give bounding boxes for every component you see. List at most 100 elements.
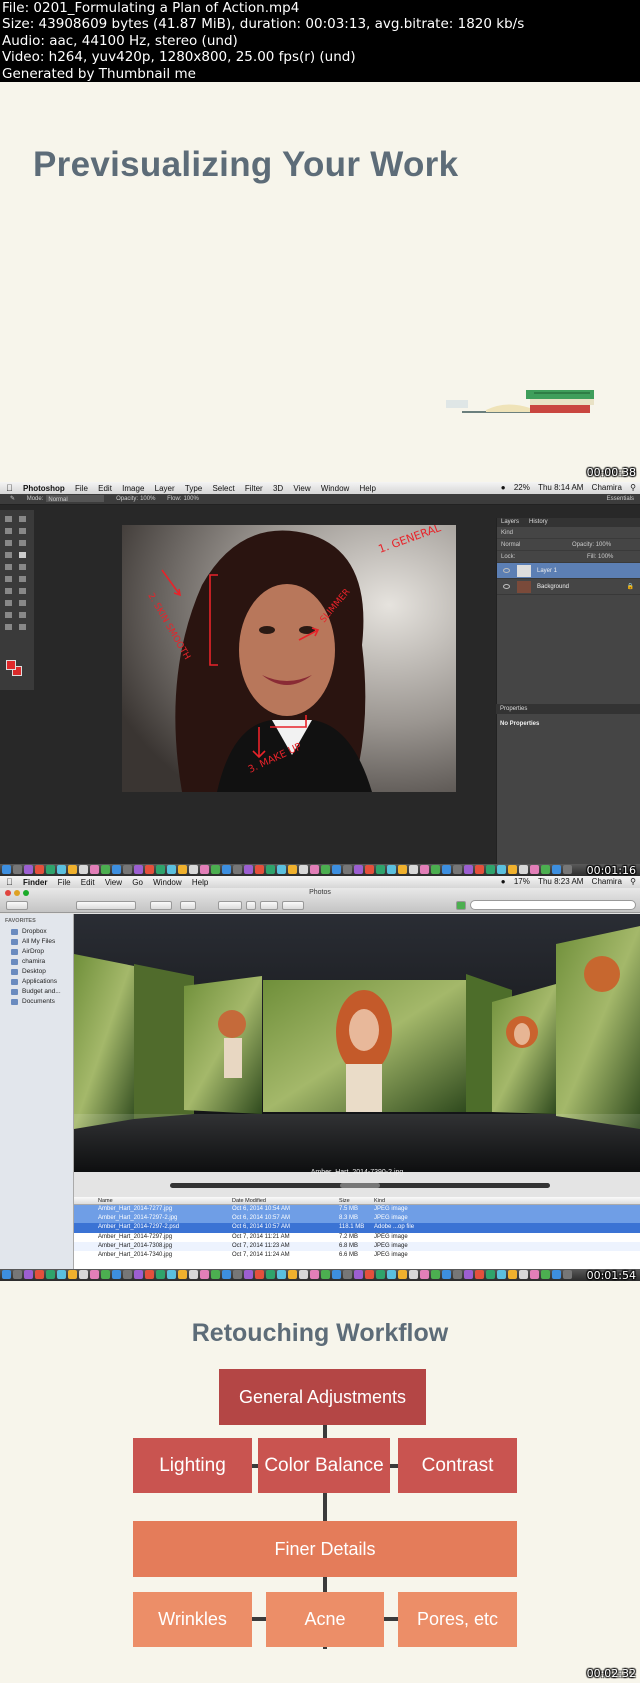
dock-app-icon[interactable] xyxy=(332,1270,341,1279)
dock-app-icon[interactable] xyxy=(255,865,264,874)
gradient-tool-icon[interactable] xyxy=(19,576,26,582)
shape-tool-icon[interactable] xyxy=(19,612,26,618)
dock-app-icon[interactable] xyxy=(310,1270,319,1279)
dock-app-icon[interactable] xyxy=(178,865,187,874)
dock-app-icon[interactable] xyxy=(255,1270,264,1279)
hand-tool-icon[interactable] xyxy=(5,624,12,630)
table-row[interactable]: Amber_Hart_2014-7340.jpg Oct 7, 2014 11:… xyxy=(74,1251,640,1260)
dock-app-icon[interactable] xyxy=(266,865,275,874)
path-select-icon[interactable] xyxy=(5,612,12,618)
mode-select[interactable]: Normal xyxy=(46,494,105,503)
table-row[interactable]: Amber_Hart_2014-7297-2.psd Oct 6, 2014 1… xyxy=(74,1223,640,1233)
foreground-color-swatch[interactable] xyxy=(6,660,16,670)
dock-app-icon[interactable] xyxy=(112,865,121,874)
sidebar-item-home[interactable]: chamira xyxy=(0,957,73,967)
dock-app-icon[interactable] xyxy=(167,865,176,874)
dock-app-icon[interactable] xyxy=(277,1270,286,1279)
dock-app-icon[interactable] xyxy=(90,865,99,874)
marquee-tool-icon[interactable] xyxy=(19,516,26,522)
dock-app-icon[interactable] xyxy=(156,1270,165,1279)
dodge-tool-icon[interactable] xyxy=(19,588,26,594)
photo-canvas[interactable]: 1. GENERAL 2. SKIN SMOOTH 3. MAKE UP SLI… xyxy=(122,525,456,792)
spotlight-icon[interactable]: ⚲ xyxy=(630,876,636,888)
cover-flow-scrollbar[interactable] xyxy=(170,1183,550,1188)
sidebar-item-documents[interactable]: Documents xyxy=(0,997,73,1007)
dock-app-icon[interactable] xyxy=(24,1270,33,1279)
sidebar-item-dropbox[interactable]: Dropbox xyxy=(0,927,73,937)
dock-app-icon[interactable] xyxy=(112,1270,121,1279)
dock-app-icon[interactable] xyxy=(13,865,22,874)
dock-app-icon[interactable] xyxy=(145,1270,154,1279)
dock-app-icon[interactable] xyxy=(376,1270,385,1279)
dock-app-icon[interactable] xyxy=(431,1270,440,1279)
dock-app-icon[interactable] xyxy=(156,865,165,874)
dock-app-icon[interactable] xyxy=(134,1270,143,1279)
visibility-eye-icon[interactable] xyxy=(503,568,510,573)
dock-app-icon[interactable] xyxy=(68,1270,77,1279)
dock-app-icon[interactable] xyxy=(79,865,88,874)
dock-app-icon[interactable] xyxy=(101,865,110,874)
lasso-tool-icon[interactable] xyxy=(5,528,12,534)
dock-app-icon[interactable] xyxy=(321,865,330,874)
dock-app-icon[interactable] xyxy=(541,1270,550,1279)
battery-status[interactable]: 22% xyxy=(514,482,530,494)
gear-button[interactable] xyxy=(282,901,304,910)
apple-icon[interactable]:  xyxy=(6,876,13,888)
dock-app-icon[interactable] xyxy=(233,1270,242,1279)
view-mode-buttons[interactable] xyxy=(76,901,136,910)
layer-row[interactable]: Background 🔒 xyxy=(497,579,640,595)
dock-app-icon[interactable] xyxy=(123,1270,132,1279)
zoom-tool-icon[interactable] xyxy=(19,624,26,630)
dock-app-icon[interactable] xyxy=(453,1270,462,1279)
action-button[interactable] xyxy=(218,901,242,910)
brush-tool-icon[interactable] xyxy=(19,552,26,558)
dock-app-icon[interactable] xyxy=(541,865,550,874)
wifi-icon[interactable]: ● xyxy=(501,482,506,494)
pen-tool-icon[interactable] xyxy=(5,600,12,606)
workspace-select[interactable]: Essentials xyxy=(607,494,634,505)
dock-app-icon[interactable] xyxy=(442,865,451,874)
dock-app-icon[interactable] xyxy=(387,1270,396,1279)
dock-app-icon[interactable] xyxy=(189,865,198,874)
dock-app-icon[interactable] xyxy=(189,1270,198,1279)
dock-app-icon[interactable] xyxy=(530,865,539,874)
user-name[interactable]: Chamira xyxy=(592,482,622,494)
quick-look-button[interactable] xyxy=(260,901,278,910)
dock-app-icon[interactable] xyxy=(365,1270,374,1279)
dock-app-icon[interactable] xyxy=(563,1270,572,1279)
dock-app-icon[interactable] xyxy=(200,1270,209,1279)
dock-app-icon[interactable] xyxy=(211,865,220,874)
scroll-thumb[interactable] xyxy=(340,1183,380,1188)
dock-app-icon[interactable] xyxy=(420,1270,429,1279)
dock-app-icon[interactable] xyxy=(299,1270,308,1279)
dock-app-icon[interactable] xyxy=(376,865,385,874)
flow-value[interactable]: 100% xyxy=(183,496,198,502)
dock-app-icon[interactable] xyxy=(398,865,407,874)
dock-app-icon[interactable] xyxy=(178,1270,187,1279)
sidebar-item-desktop[interactable]: Desktop xyxy=(0,967,73,977)
dock-app-icon[interactable] xyxy=(398,1270,407,1279)
visibility-eye-icon[interactable] xyxy=(503,584,510,589)
column-date-modified[interactable]: Date Modified xyxy=(232,1197,266,1205)
layer-row[interactable]: Layer 1 xyxy=(497,563,640,579)
dock-app-icon[interactable] xyxy=(519,1270,528,1279)
eraser-tool-icon[interactable] xyxy=(5,576,12,582)
table-row[interactable]: Amber_Hart_2014-7297-2.jpg Oct 6, 2014 1… xyxy=(74,1214,640,1224)
dock-app-icon[interactable] xyxy=(332,865,341,874)
stamp-tool-icon[interactable] xyxy=(5,564,12,570)
dock-app-icon[interactable] xyxy=(354,1270,363,1279)
dock-app-icon[interactable] xyxy=(244,1270,253,1279)
tab-layers[interactable]: Layers xyxy=(501,519,519,525)
brush-tool-icon[interactable]: ✎ xyxy=(10,496,15,502)
dock-app-icon[interactable] xyxy=(530,1270,539,1279)
table-row[interactable]: Amber_Hart_2014-7297.jpg Oct 7, 2014 11:… xyxy=(74,1233,640,1242)
dock-app-icon[interactable] xyxy=(343,865,352,874)
dock-app-icon[interactable] xyxy=(35,865,44,874)
dock-app-icon[interactable] xyxy=(310,865,319,874)
dropbox-status-icon[interactable] xyxy=(456,901,466,910)
dock-app-icon[interactable] xyxy=(211,1270,220,1279)
clock[interactable]: Thu 8:14 AM xyxy=(538,482,583,494)
dock-app-icon[interactable] xyxy=(299,865,308,874)
dock-app-icon[interactable] xyxy=(464,1270,473,1279)
dock-app-icon[interactable] xyxy=(453,865,462,874)
